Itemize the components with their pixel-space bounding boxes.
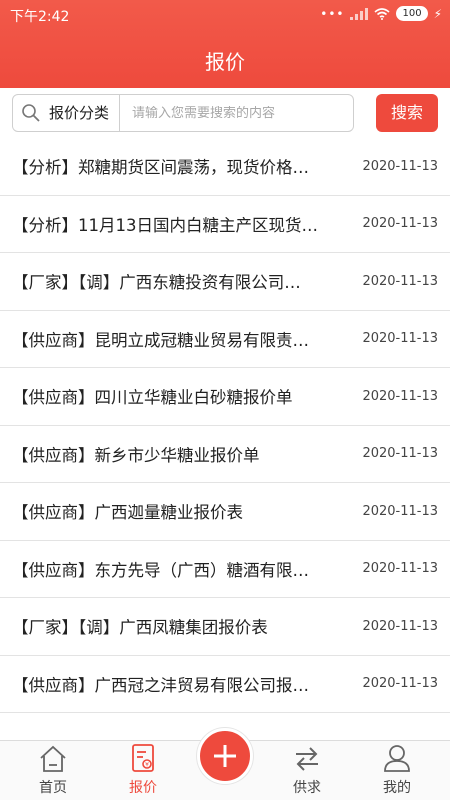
category-selector[interactable]: 报价分类	[49, 95, 121, 131]
tab-supply[interactable]: 供求	[262, 741, 352, 800]
signal-icon	[350, 7, 369, 20]
tab-home[interactable]: 首页	[8, 741, 98, 800]
item-title: 【厂家】【调】广西东糖投资有限公司…	[12, 273, 301, 293]
search-input[interactable]	[120, 105, 353, 121]
svg-text:¥: ¥	[145, 762, 149, 769]
item-date: 2020-11-13	[362, 331, 438, 347]
tab-quote[interactable]: ¥ 报价	[98, 741, 188, 800]
item-title: 【供应商】新乡市少华糖业报价单	[12, 445, 260, 465]
item-date: 2020-11-13	[362, 618, 438, 634]
item-title: 【供应商】广西迦量糖业报价表	[12, 503, 243, 523]
tab-mine-label: 我的	[383, 780, 411, 796]
item-date: 2020-11-13	[362, 273, 438, 289]
item-title: 【供应商】四川立华糖业白砂糖报价单	[12, 388, 293, 408]
list-item[interactable]: 【厂家】【调】广西凤糖集团报价表 2020-11-13	[0, 598, 450, 656]
item-date: 2020-11-13	[362, 503, 438, 519]
tab-home-label: 首页	[39, 780, 67, 796]
list-item[interactable]: 【供应商】四川立华糖业白砂糖报价单 2020-11-13	[0, 368, 450, 426]
user-icon	[384, 745, 410, 772]
item-date: 2020-11-13	[362, 158, 438, 174]
status-time: 下午2:42	[10, 9, 70, 25]
list-item[interactable]: 【供应商】广西冠之沣贸易有限公司报… 2020-11-13	[0, 656, 450, 713]
list-item[interactable]: 【供应商】昆明立成冠糖业贸易有限责… 2020-11-13	[0, 311, 450, 368]
item-date: 2020-11-13	[362, 388, 438, 404]
search-icon	[13, 103, 49, 123]
item-title: 【厂家】【调】广西凤糖集团报价表	[12, 618, 268, 638]
tab-quote-label: 报价	[129, 780, 157, 796]
item-date: 2020-11-13	[362, 676, 438, 692]
item-title: 【供应商】昆明立成冠糖业贸易有限责…	[12, 330, 309, 350]
item-date: 2020-11-13	[362, 561, 438, 577]
add-post-button[interactable]	[197, 728, 253, 784]
home-icon	[40, 745, 66, 772]
charging-icon: ⚡	[433, 6, 442, 21]
search-button[interactable]: 搜索	[376, 94, 438, 132]
header-bar: 下午2:42 ••• 100 ⚡ 报价	[0, 0, 450, 88]
battery-icon: 100	[396, 6, 428, 21]
page-title: 报价	[205, 50, 245, 74]
wifi-icon	[374, 7, 390, 20]
list-item[interactable]: 【供应商】新乡市少华糖业报价单 2020-11-13	[0, 426, 450, 483]
more-dots-icon: •••	[320, 6, 345, 21]
list-item[interactable]: 【分析】郑糖期货区间震荡，现货价格… 2020-11-13	[0, 138, 450, 196]
list-item[interactable]: 【分析】11月13日国内白糖主产区现货… 2020-11-13	[0, 196, 450, 253]
plus-icon	[214, 745, 236, 767]
item-date: 2020-11-13	[362, 446, 438, 462]
item-title: 【分析】郑糖期货区间震荡，现货价格…	[12, 158, 309, 178]
search-row: 报价分类 搜索	[0, 88, 450, 138]
tab-mine[interactable]: 我的	[352, 741, 442, 800]
search-box: 报价分类	[12, 94, 354, 132]
quote-list: 【分析】郑糖期货区间震荡，现货价格… 2020-11-13 【分析】11月13日国…	[0, 138, 450, 713]
list-item[interactable]: 【厂家】【调】广西东糖投资有限公司… 2020-11-13	[0, 253, 450, 311]
status-icons: ••• 100 ⚡	[320, 6, 442, 21]
exchange-arrows-icon	[296, 747, 318, 771]
tab-supply-label: 供求	[293, 780, 321, 796]
quote-doc-icon: ¥	[132, 744, 154, 772]
item-date: 2020-11-13	[362, 216, 438, 232]
list-item[interactable]: 【供应商】东方先导（广西）糖酒有限… 2020-11-13	[0, 541, 450, 598]
item-title: 【供应商】东方先导（广西）糖酒有限…	[12, 560, 309, 580]
status-bar: 下午2:42 ••• 100 ⚡	[0, 0, 450, 30]
list-item[interactable]: 【供应商】广西迦量糖业报价表 2020-11-13	[0, 483, 450, 541]
item-title: 【供应商】广西冠之沣贸易有限公司报…	[12, 675, 309, 695]
item-title: 【分析】11月13日国内白糖主产区现货…	[12, 215, 318, 235]
